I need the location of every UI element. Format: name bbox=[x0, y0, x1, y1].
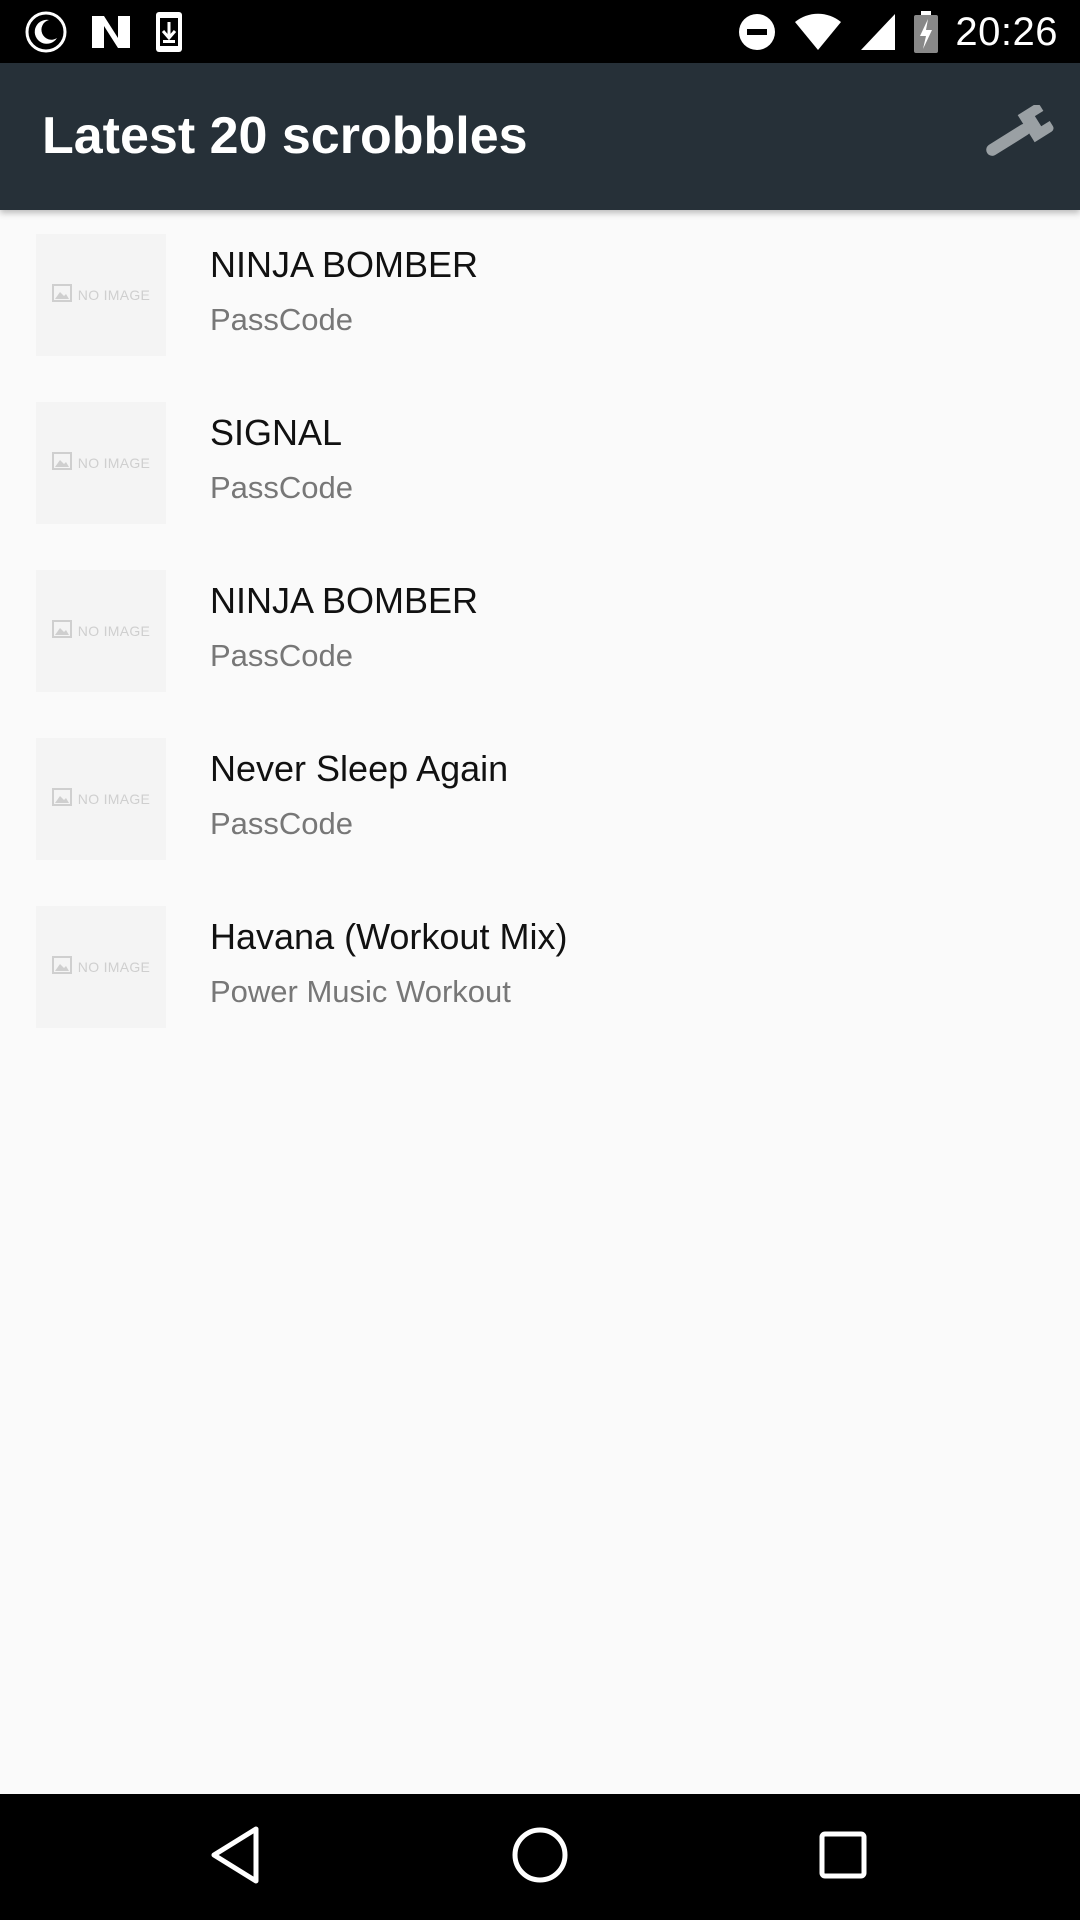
no-image-label: NO IMAGE bbox=[77, 623, 151, 639]
image-placeholder-icon bbox=[51, 451, 72, 475]
album-thumbnail: NO IMAGE bbox=[36, 402, 166, 524]
screen: 20:26 Latest 20 scrobbles NO IMAGE NINJA… bbox=[0, 0, 1080, 1920]
home-button[interactable] bbox=[505, 1822, 575, 1892]
download-icon bbox=[154, 10, 184, 54]
wifi-icon bbox=[793, 12, 843, 52]
track-artist: PassCode bbox=[210, 470, 354, 505]
recents-icon bbox=[815, 1827, 871, 1888]
track-title: SIGNAL bbox=[210, 412, 343, 453]
no-image-label: NO IMAGE bbox=[77, 287, 151, 303]
list-item[interactable]: NO IMAGE Havana (Workout Mix) Power Musi… bbox=[0, 882, 1080, 1050]
track-title: NINJA BOMBER bbox=[210, 580, 479, 621]
n-icon bbox=[90, 12, 132, 52]
app-bar: Latest 20 scrobbles bbox=[0, 63, 1080, 210]
recents-button[interactable] bbox=[808, 1822, 878, 1892]
home-icon bbox=[508, 1823, 572, 1892]
track-artist: Power Music Workout bbox=[210, 974, 511, 1009]
status-left bbox=[24, 8, 184, 56]
settings-button[interactable] bbox=[974, 99, 1058, 175]
scrobble-list: NO IMAGE NINJA BOMBER PassCode NO IMAGE … bbox=[0, 210, 1080, 1050]
image-placeholder-icon bbox=[51, 619, 72, 643]
list-item[interactable]: NO IMAGE SIGNAL PassCode bbox=[0, 378, 1080, 546]
image-placeholder-icon bbox=[51, 283, 72, 307]
list-item[interactable]: NO IMAGE Never Sleep Again PassCode bbox=[0, 714, 1080, 882]
image-placeholder-icon bbox=[51, 787, 72, 811]
track-title: Havana (Workout Mix) bbox=[210, 916, 568, 957]
album-thumbnail: NO IMAGE bbox=[36, 738, 166, 860]
album-thumbnail: NO IMAGE bbox=[36, 234, 166, 356]
list-item[interactable]: NO IMAGE NINJA BOMBER PassCode bbox=[0, 210, 1080, 378]
track-title: NINJA BOMBER bbox=[210, 244, 479, 285]
back-button[interactable] bbox=[201, 1822, 271, 1892]
night-mode-icon bbox=[24, 10, 68, 54]
image-placeholder-icon bbox=[51, 955, 72, 979]
no-image-label: NO IMAGE bbox=[77, 455, 151, 471]
battery-charging-icon bbox=[913, 10, 939, 54]
album-thumbnail: NO IMAGE bbox=[36, 906, 166, 1028]
track-artist: PassCode bbox=[210, 806, 354, 841]
status-right: 20:26 bbox=[737, 8, 1058, 56]
status-bar: 20:26 bbox=[0, 0, 1080, 63]
signal-icon bbox=[859, 12, 897, 52]
album-thumbnail: NO IMAGE bbox=[36, 570, 166, 692]
track-artist: PassCode bbox=[210, 302, 354, 337]
no-image-label: NO IMAGE bbox=[77, 791, 151, 807]
dnd-icon bbox=[737, 12, 777, 52]
track-artist: PassCode bbox=[210, 638, 354, 673]
no-image-label: NO IMAGE bbox=[77, 959, 151, 975]
list-item[interactable]: NO IMAGE NINJA BOMBER PassCode bbox=[0, 546, 1080, 714]
status-time: 20:26 bbox=[955, 9, 1058, 54]
back-icon bbox=[206, 1823, 266, 1892]
track-title: Never Sleep Again bbox=[210, 748, 509, 789]
wrench-icon bbox=[976, 103, 1056, 170]
page-title: Latest 20 scrobbles bbox=[42, 107, 528, 165]
navigation-bar bbox=[0, 1794, 1080, 1920]
